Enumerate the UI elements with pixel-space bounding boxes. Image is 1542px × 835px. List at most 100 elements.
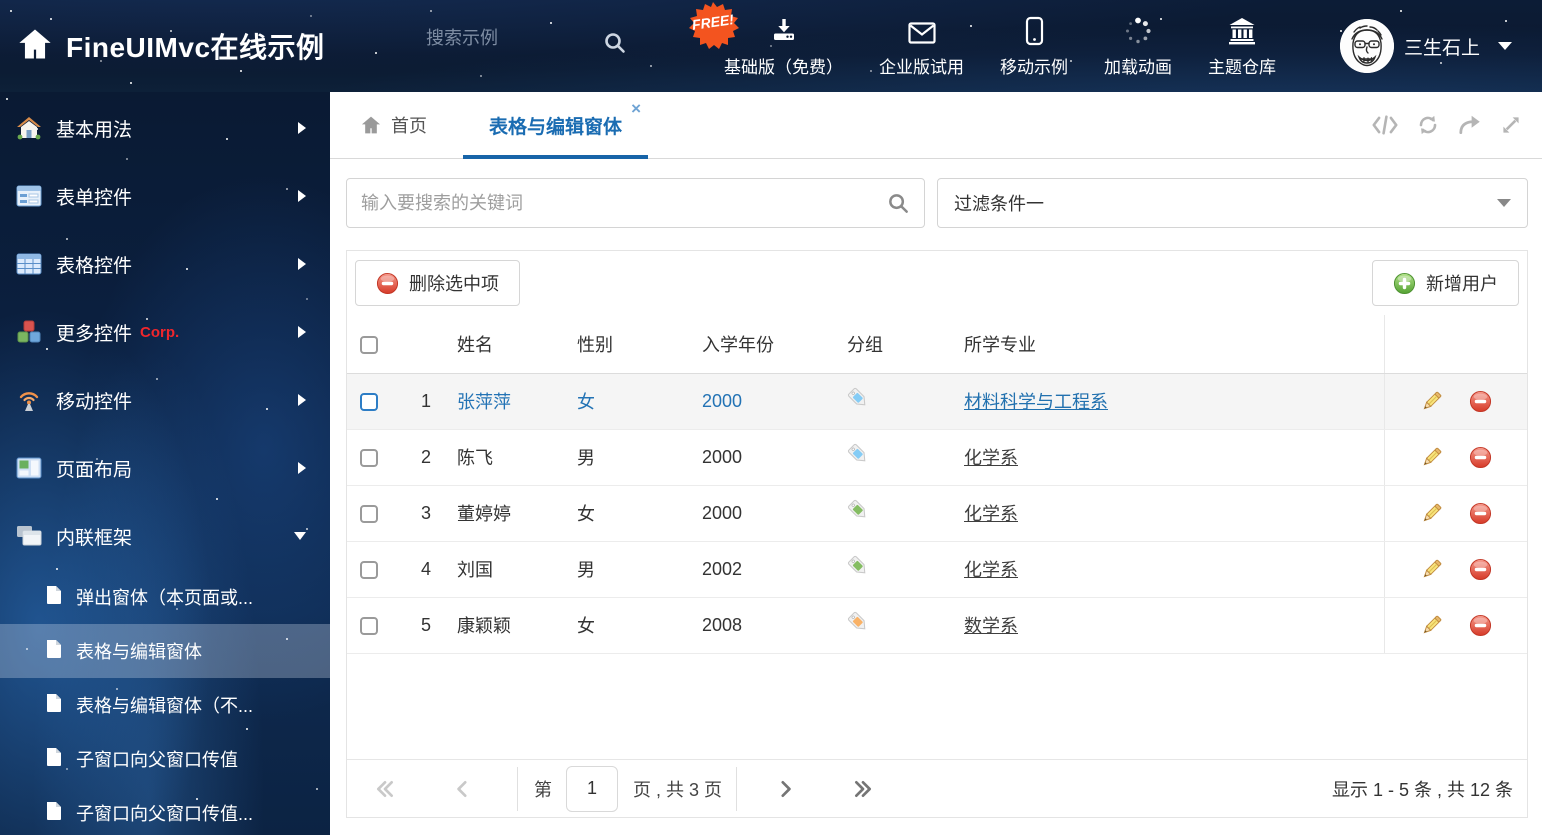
row-checkbox[interactable]: [360, 392, 378, 411]
row-group-cell: [837, 373, 954, 430]
share-icon[interactable]: [1456, 112, 1484, 138]
app-title: FineUIMvc在线示例: [66, 32, 325, 63]
first-page-icon[interactable]: [375, 779, 395, 799]
row-year: 2000: [692, 373, 837, 430]
chevron-right-icon: [298, 122, 306, 134]
row-major-link[interactable]: 数学系: [964, 616, 1018, 636]
row-group-cell: [837, 485, 954, 542]
nav-enterprise-trial[interactable]: 企业版试用: [879, 16, 964, 78]
delete-row-icon[interactable]: [1469, 558, 1492, 581]
row-checkbox[interactable]: [360, 616, 378, 635]
nav-mobile-demo[interactable]: 移动示例: [1000, 16, 1068, 78]
table-row: 3 董婷婷 女 2000 化学系: [347, 485, 1527, 542]
filter-dropdown[interactable]: 过滤条件一: [937, 178, 1528, 228]
next-page-icon[interactable]: [775, 779, 795, 799]
select-all-checkbox[interactable]: [360, 335, 378, 354]
nav-loading-anim[interactable]: 加载动画: [1104, 16, 1172, 78]
row-major-link[interactable]: 化学系: [964, 448, 1018, 468]
table-row: 5 康颖颖 女 2008 数学系: [347, 597, 1527, 654]
filter-row: 过滤条件一: [346, 178, 1528, 228]
header-search-input[interactable]: [426, 28, 594, 49]
row-year: 2008: [692, 597, 837, 654]
record-summary: 显示 1 - 5 条 , 共 12 条: [1331, 779, 1513, 800]
row-major-link[interactable]: 化学系: [964, 560, 1018, 580]
row-group-cell: [837, 541, 954, 598]
row-major-link[interactable]: 化学系: [964, 504, 1018, 524]
chevron-right-icon: [298, 326, 306, 338]
expand-icon[interactable]: [1498, 112, 1524, 138]
sidebar-item-basic-usage[interactable]: 基本用法: [0, 94, 330, 162]
delete-row-icon[interactable]: [1469, 446, 1492, 469]
plus-circle-icon: [1393, 272, 1416, 294]
sidebar-item-page-layout[interactable]: 页面布局: [0, 434, 330, 502]
nav-theme-repo[interactable]: 主题仓库: [1208, 16, 1276, 78]
row-checkbox[interactable]: [360, 560, 378, 579]
row-gender: 女: [567, 373, 692, 430]
user-avatar[interactable]: [1340, 19, 1394, 73]
delete-row-icon[interactable]: [1469, 502, 1492, 525]
prev-page-icon[interactable]: [453, 779, 473, 799]
user-name[interactable]: 三生石上: [1404, 33, 1480, 60]
grid-panel: 删除选中项 新增用户 姓名 性别 入学年份 分组 所学专业 1 张萍萍 女 20…: [346, 250, 1528, 818]
sidebar-subitem-popup-window[interactable]: 弹出窗体（本页面或...: [0, 570, 330, 624]
last-page-icon[interactable]: [853, 779, 873, 799]
row-name: 张萍萍: [447, 373, 567, 430]
sidebar-item-form-controls[interactable]: 表单控件: [0, 162, 330, 230]
row-group-cell: [837, 429, 954, 486]
sidebar-subitem-grid-edit-window-2[interactable]: 表格与编辑窗体（不...: [0, 678, 330, 732]
sidebar: 基本用法 表单控件 表格控件 更多控件 Corp. 移动控件 页面布局 内联框架…: [0, 92, 330, 835]
tab-grid-edit-window[interactable]: 表格与编辑窗体 ×: [463, 92, 649, 159]
row-major-link[interactable]: 材料科学与工程系: [964, 392, 1108, 412]
source-code-icon[interactable]: [1370, 112, 1400, 138]
sidebar-subitem-grid-edit-window[interactable]: 表格与编辑窗体: [0, 624, 330, 678]
page-number-input[interactable]: [566, 765, 618, 812]
nav-basic-free[interactable]: 基础版（免费）: [724, 16, 843, 78]
tab-bar: 首页 表格与编辑窗体 ×: [330, 92, 1542, 159]
edit-pencil-icon[interactable]: [1420, 446, 1443, 469]
edit-pencil-icon[interactable]: [1420, 502, 1443, 525]
starfield-decoration: [10, 10, 12, 12]
bank-icon: [1227, 16, 1257, 46]
row-name: 刘国: [447, 541, 567, 598]
sidebar-item-inline-frames[interactable]: 内联框架: [0, 502, 330, 570]
chevron-down-icon: [294, 532, 306, 540]
tag-icon: [847, 611, 866, 630]
edit-pencil-icon[interactable]: [1420, 558, 1443, 581]
search-icon[interactable]: [886, 191, 911, 221]
tab-toolbar: [1370, 92, 1542, 158]
keyword-search-input[interactable]: [346, 178, 925, 228]
frames-icon: [16, 525, 42, 547]
sidebar-item-more-controls[interactable]: 更多控件 Corp.: [0, 298, 330, 366]
tag-icon: [847, 443, 866, 462]
user-menu-caret-icon[interactable]: [1498, 42, 1512, 50]
form-icon: [16, 185, 42, 207]
column-header-major: 所学专业: [954, 315, 1384, 374]
edit-pencil-icon[interactable]: [1420, 614, 1443, 637]
sidebar-item-grid-controls[interactable]: 表格控件: [0, 230, 330, 298]
nav-label: 主题仓库: [1208, 58, 1276, 77]
add-user-button[interactable]: 新增用户: [1372, 260, 1519, 306]
edit-pencil-icon[interactable]: [1420, 390, 1443, 413]
envelope-icon: [907, 16, 937, 46]
header-search-icon[interactable]: [602, 30, 628, 61]
row-checkbox[interactable]: [360, 504, 378, 523]
file-icon: [44, 800, 64, 826]
row-name: 康颖颖: [447, 597, 567, 654]
sidebar-subitem-child-to-parent[interactable]: 子窗口向父窗口传值: [0, 732, 330, 786]
tab-home[interactable]: 首页: [360, 92, 427, 158]
delete-row-icon[interactable]: [1469, 614, 1492, 637]
close-icon[interactable]: ×: [631, 100, 641, 117]
row-checkbox[interactable]: [360, 448, 378, 467]
grid-icon: [16, 253, 42, 275]
refresh-icon[interactable]: [1414, 112, 1442, 138]
table-body: 1 张萍萍 女 2000 材料科学与工程系 2 陈飞 男 2000 化学系 3 …: [347, 373, 1527, 654]
delete-selected-button[interactable]: 删除选中项: [355, 260, 520, 306]
column-header-group: 分组: [837, 315, 954, 374]
table-row: 2 陈飞 男 2000 化学系: [347, 429, 1527, 486]
nav-label: 企业版试用: [879, 58, 964, 77]
delete-row-icon[interactable]: [1469, 390, 1492, 413]
app-home-icon[interactable]: [16, 27, 54, 66]
sidebar-item-mobile-controls[interactable]: 移动控件: [0, 366, 330, 434]
sidebar-subitem-child-to-parent-2[interactable]: 子窗口向父窗口传值...: [0, 786, 330, 835]
row-gender: 女: [567, 597, 692, 654]
